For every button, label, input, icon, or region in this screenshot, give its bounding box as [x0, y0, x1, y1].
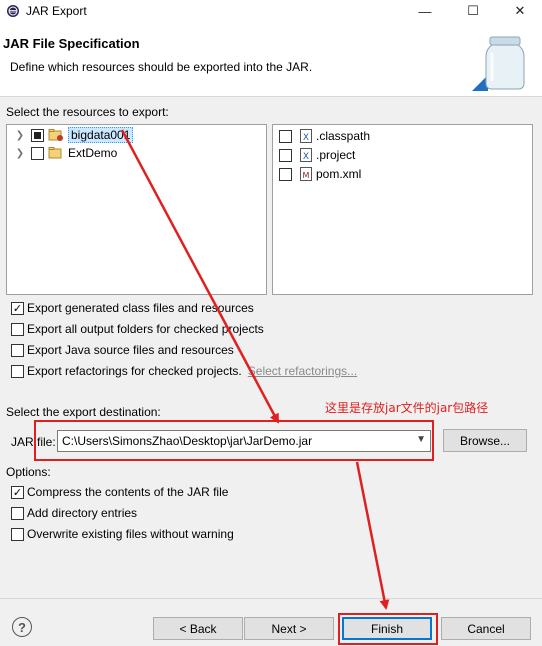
tree-checkbox-extdemo[interactable] [31, 146, 44, 160]
option-label: Compress the contents of the JAR file [27, 485, 229, 499]
tree-item-bigdata001[interactable]: ❯ bigdata001 [15, 126, 134, 144]
option-label: Add directory entries [27, 506, 138, 520]
option-export-class-files[interactable]: Export generated class files and resourc… [11, 301, 254, 315]
page-description: Define which resources should be exporte… [10, 60, 313, 74]
option-export-output-folders[interactable]: Export all output folders for checked pr… [11, 322, 264, 336]
browse-button[interactable]: Browse... [443, 429, 527, 452]
arrow-to-finish [355, 461, 390, 610]
jar-file-label: JAR file: [11, 435, 56, 449]
project-folder-icon [48, 147, 62, 159]
checkbox[interactable] [11, 527, 24, 541]
option-label: Export generated class files and resourc… [27, 301, 254, 315]
options-label: Options: [6, 465, 51, 479]
file-label: pom.xml [316, 167, 362, 181]
help-icon[interactable]: ? [12, 617, 32, 637]
destination-label: Select the export destination: [6, 405, 161, 419]
checkbox[interactable] [11, 322, 24, 336]
option-overwrite[interactable]: Overwrite existing files without warning [11, 527, 234, 541]
file-checkbox[interactable] [279, 148, 292, 162]
option-label: Export all output folders for checked pr… [27, 322, 264, 336]
finish-button[interactable]: Finish [342, 617, 432, 640]
jar-file-combo[interactable]: C:\Users\SimonsZhao\Desktop\jar\JarDemo.… [57, 430, 431, 452]
annotation-text: 这里是存放jar文件的jar包路径 [325, 401, 489, 415]
maven-pom-icon: M [300, 167, 312, 181]
file-item-project[interactable]: X .project [279, 146, 355, 164]
option-label: Export refactorings for checked projects… [27, 364, 242, 378]
xml-file-icon: X [300, 148, 312, 162]
checkbox[interactable] [11, 485, 24, 499]
tree-label: bigdata001 [68, 127, 134, 143]
svg-text:X: X [303, 133, 309, 143]
option-export-refactorings[interactable]: Export refactorings for checked projects… [11, 364, 357, 378]
xml-file-icon: X [300, 129, 312, 143]
option-directory-entries[interactable]: Add directory entries [11, 506, 137, 520]
jar-icon [472, 36, 525, 91]
maximize-button[interactable]: ☐ [450, 0, 496, 22]
chevron-down-icon[interactable]: ▼ [416, 434, 426, 445]
wizard-header: JAR File Specification Define which reso… [0, 23, 542, 97]
page-title: JAR File Specification [3, 36, 140, 51]
checkbox[interactable] [11, 506, 24, 520]
minimize-button[interactable]: — [402, 0, 448, 22]
footer-divider [0, 598, 542, 599]
resource-tree[interactable]: ❯ bigdata001 ❯ ExtDemo [6, 124, 267, 295]
file-checkbox[interactable] [279, 167, 292, 181]
tree-label: ExtDemo [68, 146, 118, 160]
file-item-classpath[interactable]: X .classpath [279, 127, 370, 145]
cancel-button[interactable]: Cancel [441, 617, 531, 640]
file-label: .classpath [316, 129, 371, 143]
project-folder-icon [48, 129, 63, 141]
svg-text:X: X [303, 152, 309, 162]
chevron-right-icon[interactable]: ❯ [15, 130, 25, 141]
option-compress[interactable]: Compress the contents of the JAR file [11, 485, 228, 499]
select-refactorings-link[interactable]: Select refactorings... [248, 364, 357, 378]
file-item-pom[interactable]: M pom.xml [279, 165, 361, 183]
resources-label: Select the resources to export: [6, 105, 169, 119]
checkbox[interactable] [11, 301, 24, 315]
jar-file-value: C:\Users\SimonsZhao\Desktop\jar\JarDemo.… [62, 434, 313, 448]
title-bar: JAR Export — ☐ ✕ [0, 0, 542, 23]
file-list[interactable]: X .classpath X .project M pom.xml [272, 124, 533, 295]
option-export-java-source[interactable]: Export Java source files and resources [11, 343, 234, 357]
eclipse-icon [7, 5, 19, 17]
file-checkbox[interactable] [279, 129, 292, 143]
file-label: .project [316, 148, 356, 162]
window-title: JAR Export [26, 4, 87, 18]
svg-text:M: M [303, 171, 310, 180]
tree-checkbox-bigdata001[interactable] [31, 128, 44, 142]
back-button[interactable]: < Back [153, 617, 243, 640]
close-button[interactable]: ✕ [497, 0, 542, 22]
chevron-right-icon[interactable]: ❯ [15, 148, 25, 159]
tree-item-extdemo[interactable]: ❯ ExtDemo [15, 144, 118, 162]
option-label: Overwrite existing files without warning [27, 527, 234, 541]
option-label: Export Java source files and resources [27, 343, 234, 357]
next-button[interactable]: Next > [244, 617, 334, 640]
checkbox[interactable] [11, 364, 24, 378]
checkbox[interactable] [11, 343, 24, 357]
